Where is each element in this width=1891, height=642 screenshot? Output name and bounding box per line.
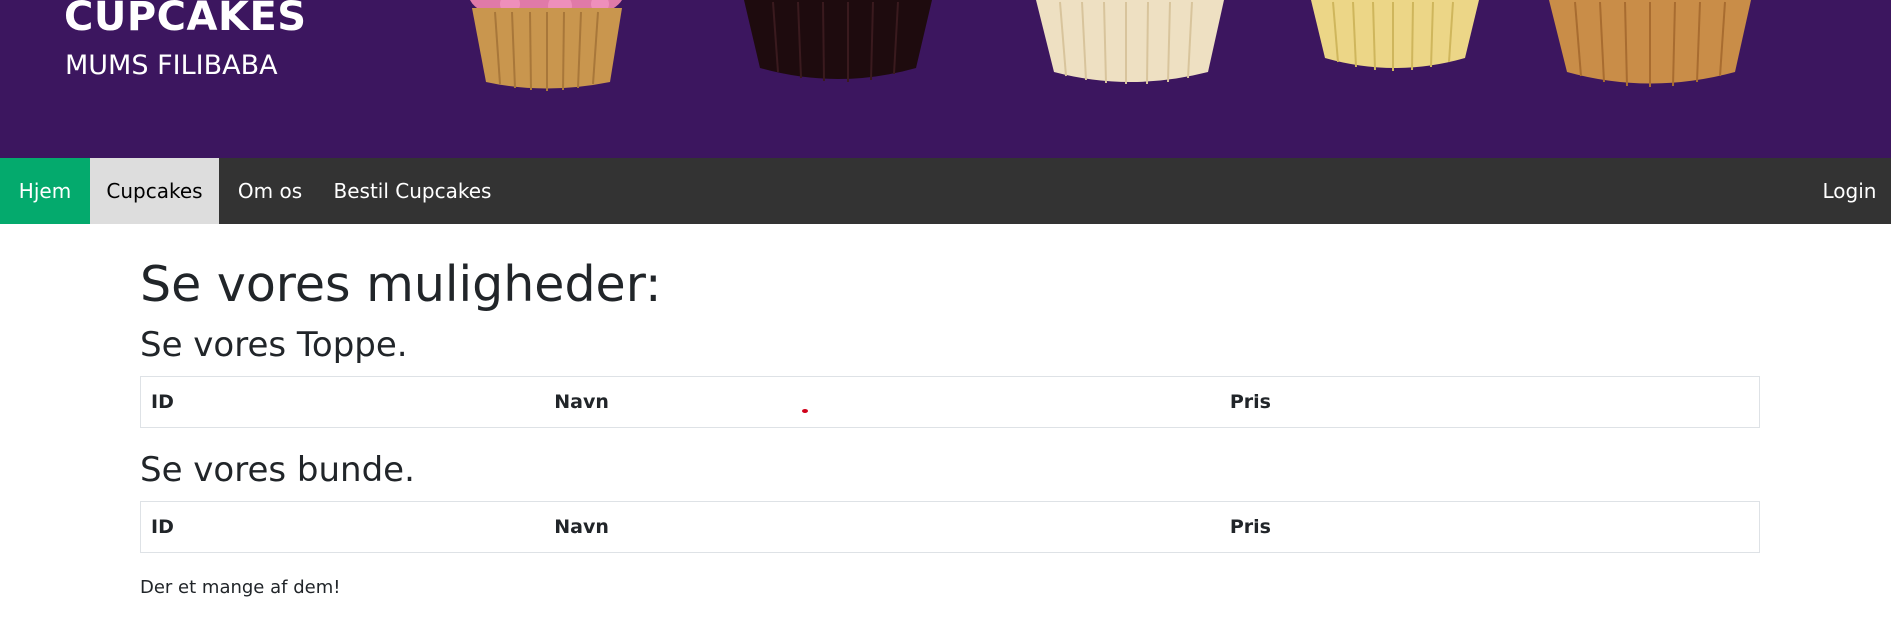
vanilla-cupcake-image (1036, 0, 1224, 85)
nav-cupcakes[interactable]: Cupcakes (90, 158, 219, 224)
header-banner: CUPCAKES MUMS FILIBABA (0, 0, 1891, 158)
toppings-heading: Se vores Toppe. (140, 325, 408, 365)
bottoms-heading: Se vores bunde. (140, 450, 415, 490)
toppings-table: ID Navn Pris (140, 376, 1760, 428)
cursor-dot (802, 409, 808, 413)
column-header-pris: Pris (1219, 376, 1760, 428)
column-header-navn: Navn (544, 501, 1220, 553)
brand-subtitle: MUMS FILIBABA (65, 50, 278, 81)
lemon-cupcake-image (1311, 0, 1479, 71)
bottoms-table: ID Navn Pris (140, 501, 1760, 553)
column-header-pris: Pris (1219, 501, 1760, 553)
brand-title: CUPCAKES (64, 0, 307, 40)
nav-order-cupcakes[interactable]: Bestil Cupcakes (321, 158, 504, 224)
nav-login[interactable]: Login (1808, 158, 1891, 224)
nav-home[interactable]: Hjem (0, 158, 90, 224)
column-header-navn: Navn (544, 376, 1220, 428)
column-header-id: ID (140, 501, 545, 553)
page-title: Se vores muligheder: (140, 256, 662, 313)
main-navbar: Hjem Cupcakes Om os Bestil Cupcakes Logi… (0, 158, 1891, 224)
table-header-row: ID Navn Pris (140, 501, 1760, 553)
caramel-cupcake-image (1549, 0, 1751, 87)
chocolate-cupcake-image (744, 0, 932, 82)
nav-about[interactable]: Om os (219, 158, 321, 224)
table-header-row: ID Navn Pris (140, 376, 1760, 428)
pink-frosted-cupcake-image (470, 0, 622, 91)
footnote-text: Der et mange af dem! (140, 577, 341, 598)
column-header-id: ID (140, 376, 545, 428)
